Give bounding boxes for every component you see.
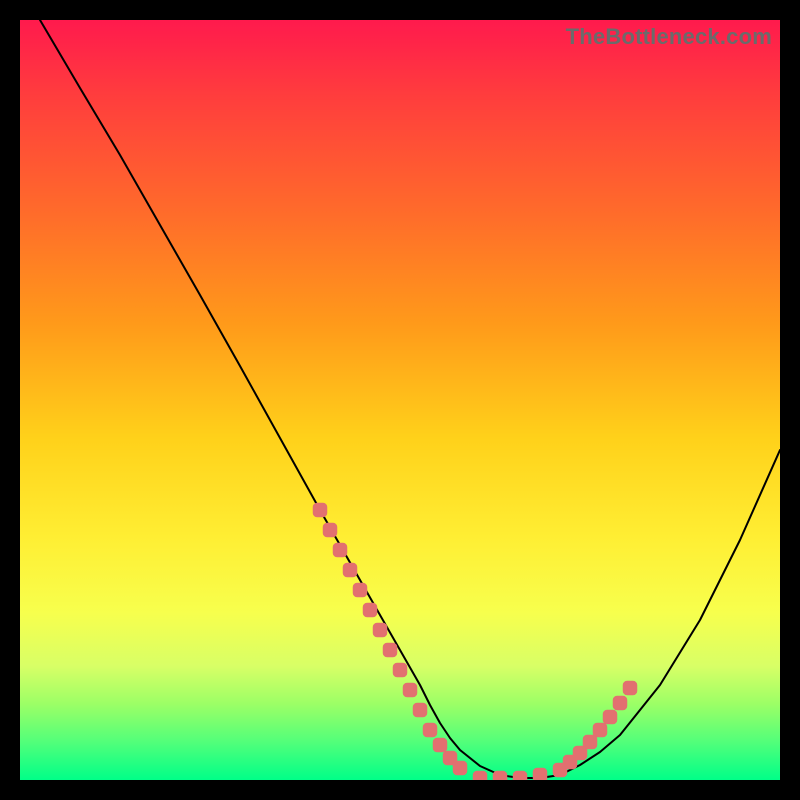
highlight-dot	[343, 563, 357, 577]
highlight-dot	[613, 696, 627, 710]
marker-group	[313, 503, 637, 780]
highlight-dot	[423, 723, 437, 737]
highlight-dot	[383, 643, 397, 657]
highlight-dot	[623, 681, 637, 695]
highlight-dot	[473, 771, 487, 780]
highlight-dot	[513, 771, 527, 780]
highlight-dot	[603, 710, 617, 724]
highlight-dot	[533, 768, 547, 780]
highlight-dot	[453, 761, 467, 775]
highlight-dot	[593, 723, 607, 737]
highlight-dot	[413, 703, 427, 717]
highlight-dot	[573, 746, 587, 760]
highlight-dot	[373, 623, 387, 637]
highlight-dot	[493, 771, 507, 780]
watermark-text: TheBottleneck.com	[566, 24, 772, 50]
highlight-dot	[403, 683, 417, 697]
bottleneck-curve	[40, 20, 780, 778]
highlight-dot	[433, 738, 447, 752]
plot-area: TheBottleneck.com	[20, 20, 780, 780]
highlight-dot	[353, 583, 367, 597]
highlight-dot	[313, 503, 327, 517]
curve-layer	[20, 20, 780, 780]
highlight-dot	[363, 603, 377, 617]
highlight-dot	[393, 663, 407, 677]
highlight-dot	[563, 755, 577, 769]
highlight-dot	[323, 523, 337, 537]
highlight-dot	[333, 543, 347, 557]
highlight-dot	[443, 751, 457, 765]
chart-frame: TheBottleneck.com	[0, 0, 800, 800]
highlight-dot	[553, 763, 567, 777]
highlight-dot	[583, 735, 597, 749]
